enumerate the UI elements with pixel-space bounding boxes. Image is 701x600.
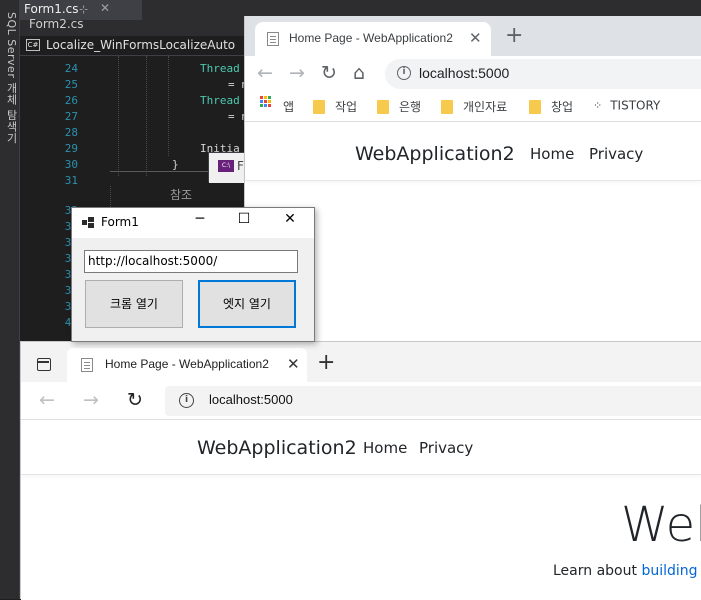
tab-form2[interactable]: Form2.cs — [29, 17, 84, 31]
code-text: } — [172, 158, 179, 171]
line-number: 25 — [64, 78, 78, 91]
edge-tab[interactable]: Home Page - WebApplication2 ✕ — [67, 348, 307, 382]
close-icon[interactable]: ✕ — [100, 1, 110, 15]
bookmark-folder-personal[interactable]: 개인자료 — [441, 98, 507, 116]
codelens-references[interactable]: 참조 — [170, 186, 192, 203]
url-textbox[interactable]: http://localhost:5000/ — [84, 250, 298, 273]
back-arrow-icon[interactable]: ← — [257, 63, 273, 83]
edge-tab-strip: Home Page - WebApplication2 ✕ + — [21, 342, 701, 382]
minimize-icon[interactable]: ─ — [190, 211, 210, 227]
folder-icon — [313, 99, 325, 114]
site-navbar: WebApplication2 Home Privacy — [21, 420, 701, 475]
page-favicon-icon — [267, 32, 279, 46]
bookmark-apps[interactable]: 앱 — [283, 98, 294, 116]
visual-studio-icon: C:\ — [218, 160, 234, 172]
tistory-icon: ⁘ — [593, 99, 603, 112]
line-number: 28 — [64, 126, 78, 139]
bookmark-tistory[interactable]: ⁘ TISTORY — [593, 98, 660, 116]
background-window[interactable]: C:\ F — [208, 152, 249, 183]
bookmark-folder-bank[interactable]: 은행 — [377, 98, 421, 116]
close-tab-icon[interactable]: ✕ — [469, 29, 482, 47]
form1-titlebar[interactable]: Form1 ─ ☐ ✕ — [72, 208, 314, 238]
winform-app-icon — [82, 217, 94, 228]
tab-actions-icon[interactable] — [37, 358, 51, 371]
edge-page-content: WebApplication2 Home Privacy Wel Learn a… — [21, 420, 701, 600]
close-icon[interactable]: ✕ — [280, 211, 300, 227]
line-number: 26 — [64, 94, 78, 107]
learn-about-text: Learn about building W — [553, 563, 701, 579]
maximize-icon[interactable]: ☐ — [234, 211, 254, 227]
line-number: 29 — [64, 142, 78, 155]
edge-tab-title: Home Page - WebApplication2 — [105, 357, 269, 371]
site-info-icon[interactable]: i — [397, 66, 411, 80]
close-tab-icon[interactable]: ✕ — [287, 355, 300, 373]
forward-arrow-icon[interactable]: → — [83, 390, 99, 410]
learn-about-prefix: Learn about — [553, 563, 642, 579]
nav-link-home[interactable]: Home — [363, 439, 407, 457]
new-tab-icon[interactable]: + — [505, 25, 523, 47]
indent-guide — [118, 56, 119, 176]
building-apps-link[interactable]: building W — [641, 563, 701, 579]
open-edge-button[interactable]: 엣지 열기 — [198, 280, 296, 328]
reload-icon[interactable]: ↻ — [321, 63, 337, 83]
nav-link-home[interactable]: Home — [530, 145, 574, 163]
bookmark-folder-work[interactable]: 작업 — [313, 98, 357, 116]
sql-server-object-explorer-tab[interactable]: SQL Server 개체 탐색기 — [3, 12, 19, 144]
apps-grid-icon[interactable] — [260, 96, 272, 108]
background-window-title: F — [237, 159, 244, 173]
csharp-file-icon: C# — [26, 39, 40, 51]
line-number: 31 — [64, 174, 78, 187]
folder-icon — [529, 99, 541, 114]
code-text: Thread — [200, 62, 240, 75]
site-brand-link[interactable]: WebApplication2 — [355, 143, 515, 165]
form1-window: Form1 ─ ☐ ✕ http://localhost:5000/ 크롬 열기… — [71, 207, 315, 342]
nav-link-privacy[interactable]: Privacy — [419, 439, 473, 457]
chrome-url-text: localhost:5000 — [419, 65, 510, 81]
nav-link-privacy[interactable]: Privacy — [589, 145, 643, 163]
edge-url-text: localhost:5000 — [209, 392, 293, 407]
chrome-tab-strip: Home Page - WebApplication2 ✕ + — [245, 16, 701, 56]
indent-guide — [146, 56, 147, 176]
bookmark-folder-startup[interactable]: 창업 — [529, 98, 573, 116]
line-number: 27 — [64, 110, 78, 123]
chrome-address-bar[interactable]: i localhost:5000 — [385, 59, 701, 89]
edge-toolbar: ← → ↻ i localhost:5000 — [21, 382, 701, 420]
new-tab-icon[interactable]: + — [317, 352, 335, 374]
back-arrow-icon[interactable]: ← — [39, 390, 55, 410]
pin-icon[interactable]: ⊹ — [79, 3, 88, 16]
tab-form1-label: Form1.cs — [24, 2, 79, 16]
folder-icon — [377, 99, 389, 114]
project-dropdown[interactable]: Localize_WinFormsLocalizeAuto — [46, 38, 235, 52]
page-favicon-icon — [81, 358, 93, 372]
welcome-heading: Wel — [621, 497, 701, 553]
edge-window: Home Page - WebApplication2 ✕ + ← → ↻ i … — [20, 341, 701, 600]
home-icon[interactable]: ⌂ — [353, 63, 365, 83]
site-navbar: WebApplication2 Home Privacy — [245, 122, 701, 181]
forward-arrow-icon[interactable]: → — [289, 63, 305, 83]
form1-title: Form1 — [101, 215, 139, 229]
edge-address-bar[interactable]: i localhost:5000 — [165, 386, 701, 416]
code-text: Thread — [200, 94, 240, 107]
bookmarks-bar: 앱 작업 은행 개인자료 창업 ⁘ TISTORY — [245, 92, 701, 122]
site-info-icon[interactable]: i — [179, 393, 194, 408]
reload-icon[interactable]: ↻ — [127, 390, 143, 410]
chrome-toolbar: ← → ↻ ⌂ i localhost:5000 — [245, 56, 701, 92]
chrome-tab-title: Home Page - WebApplication2 — [289, 31, 453, 45]
vs-side-panel[interactable]: SQL Server 개체 탐색기 — [0, 0, 20, 599]
open-chrome-button[interactable]: 크롬 열기 — [85, 280, 183, 328]
indent-guide — [168, 56, 169, 156]
site-brand-link[interactable]: WebApplication2 — [197, 437, 357, 459]
line-number: 24 — [64, 62, 78, 75]
folder-icon — [441, 99, 453, 114]
chrome-tab[interactable]: Home Page - WebApplication2 ✕ — [255, 22, 491, 56]
line-number: 30 — [64, 158, 78, 171]
